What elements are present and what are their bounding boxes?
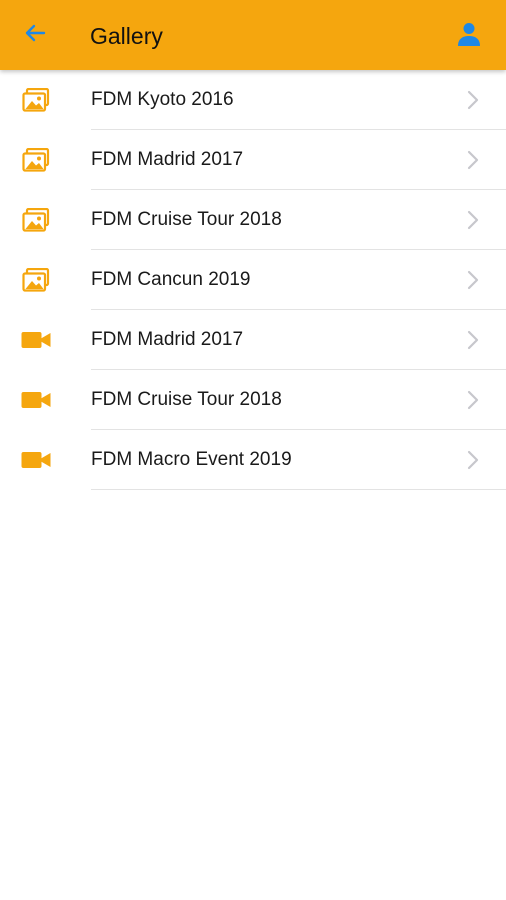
chevron-right-icon: [466, 89, 480, 111]
video-camera-icon: [20, 447, 52, 473]
back-button[interactable]: [18, 20, 52, 50]
person-icon: [456, 21, 482, 52]
chevron-right-icon: [466, 449, 480, 471]
profile-button[interactable]: [452, 20, 486, 52]
video-camera-icon: [20, 327, 52, 353]
list-item-label: FDM Macro Event 2019: [91, 449, 292, 470]
list-item-label: FDM Cancun 2019: [91, 269, 251, 290]
photo-album-icon: [20, 147, 52, 173]
page-title: Gallery: [90, 23, 163, 49]
chevron-right-icon: [466, 269, 480, 291]
chevron-right-icon: [466, 149, 480, 171]
list-item[interactable]: FDM Macro Event 2019: [0, 430, 506, 490]
list-item-label: FDM Cruise Tour 2018: [91, 209, 282, 230]
list-item-label: FDM Madrid 2017: [91, 329, 244, 350]
chevron-right-icon: [466, 329, 480, 351]
list-item[interactable]: FDM Cruise Tour 2018: [0, 190, 506, 250]
list-item-label: FDM Cruise Tour 2018: [91, 389, 282, 410]
photo-album-icon: [20, 207, 52, 233]
chevron-right-icon: [466, 209, 480, 231]
list-item[interactable]: FDM Madrid 2017: [0, 310, 506, 370]
divider: [91, 489, 506, 490]
photo-album-icon: [20, 87, 52, 113]
list-item[interactable]: FDM Kyoto 2016: [0, 70, 506, 130]
arrow-left-icon: [23, 23, 47, 48]
list-item[interactable]: FDM Madrid 2017: [0, 130, 506, 190]
list-item-label: FDM Madrid 2017: [91, 149, 244, 170]
list-item[interactable]: FDM Cruise Tour 2018: [0, 370, 506, 430]
photo-album-icon: [20, 267, 52, 293]
chevron-right-icon: [466, 389, 480, 411]
gallery-list: FDM Kyoto 2016 FDM Madrid 2017 FDM Cruis…: [0, 70, 506, 490]
app-bar: Gallery: [0, 0, 506, 70]
list-item-label: FDM Kyoto 2016: [91, 89, 234, 110]
video-camera-icon: [20, 387, 52, 413]
list-item[interactable]: FDM Cancun 2019: [0, 250, 506, 310]
